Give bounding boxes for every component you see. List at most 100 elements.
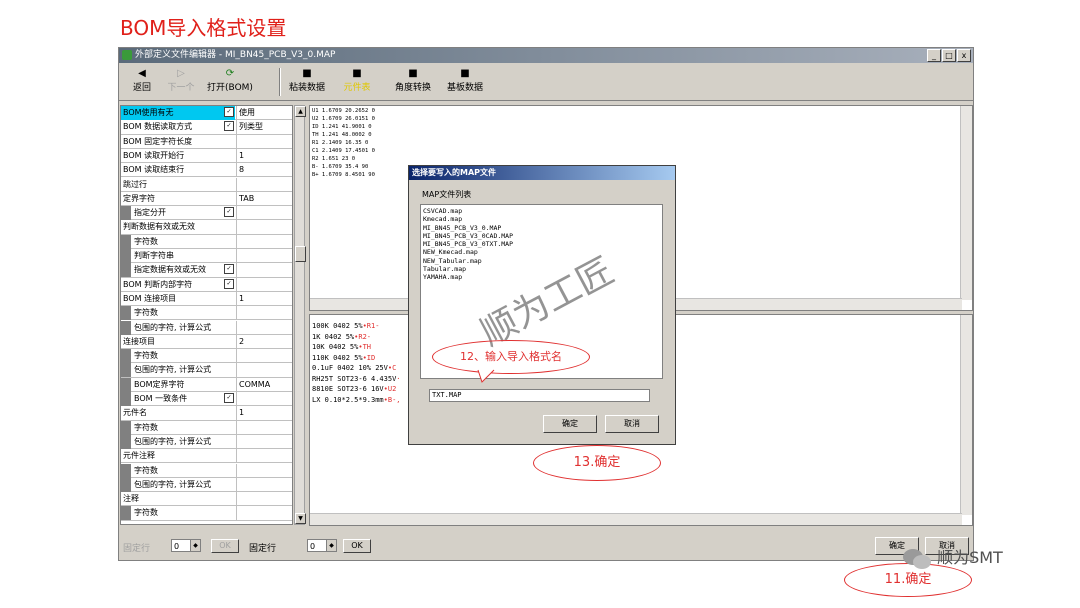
fixed-row-left-spinner[interactable]: 0 ◆ — [171, 539, 201, 552]
settings-row-value[interactable] — [236, 463, 292, 478]
settings-row[interactable]: 包围的字符, 计算公式 — [121, 477, 292, 493]
settings-row-value[interactable] — [236, 434, 292, 450]
map-file-item[interactable]: MI_BN45_PCB_V3_0CAD.MAP — [423, 232, 660, 240]
settings-row[interactable]: BOM使用有无 ✓ 使用 — [121, 106, 292, 121]
settings-row-value[interactable] — [236, 277, 292, 292]
ok-left-button[interactable]: OK — [211, 539, 239, 553]
settings-row-value[interactable]: 1 — [236, 406, 292, 421]
settings-row-value[interactable] — [236, 392, 292, 407]
dropdown-check-icon[interactable]: ✓ — [224, 121, 234, 132]
settings-row[interactable]: 包围的字符, 计算公式 — [121, 320, 292, 335]
settings-row[interactable]: BOM 一致条件 ✓ — [121, 392, 292, 407]
close-button[interactable]: x — [957, 49, 971, 62]
settings-row[interactable]: 定界字符 TAB — [121, 191, 292, 207]
bom-vertical-scrollbar[interactable] — [960, 315, 972, 515]
settings-row[interactable]: BOM 数据读取方式 ✓ 列类型 — [121, 120, 292, 135]
settings-row[interactable]: 元件注释 — [121, 449, 292, 464]
board-data-button[interactable]: ■ 基板数据 — [445, 67, 485, 97]
settings-row[interactable]: 注释 — [121, 492, 292, 507]
settings-row-value[interactable] — [236, 263, 292, 278]
settings-row[interactable]: 字符数 — [121, 306, 292, 321]
disk-icon: ■ — [352, 68, 362, 79]
scroll-up-icon[interactable]: ▲ — [295, 106, 306, 117]
bom-horizontal-scrollbar[interactable] — [310, 513, 962, 525]
settings-row-value[interactable]: 使用 — [236, 106, 292, 121]
settings-row[interactable]: BOM 读取结束行 8 — [121, 163, 292, 178]
map-file-item[interactable]: CSVCAD.map — [423, 207, 660, 215]
settings-row[interactable]: 连接项目 2 — [121, 334, 292, 350]
minimize-button[interactable]: _ — [927, 49, 941, 62]
settings-row-value[interactable] — [236, 234, 292, 249]
settings-row-value[interactable] — [236, 477, 292, 493]
settings-row-value[interactable] — [236, 492, 292, 507]
map-file-item[interactable]: MI_BN45_PCB_V3_0TXT.MAP — [423, 240, 660, 248]
next-button[interactable]: ▷ 下一个 — [163, 67, 199, 97]
settings-row-value[interactable]: COMMA — [236, 377, 292, 392]
dropdown-check-icon[interactable]: ✓ — [224, 393, 234, 403]
parts-list-button[interactable]: ■ 元件表 — [339, 67, 375, 97]
settings-row[interactable]: 字符数 — [121, 506, 292, 521]
format-name-input[interactable]: TXT.MAP — [429, 389, 650, 402]
settings-row-value[interactable]: 列类型 — [236, 120, 292, 135]
ok-right-button[interactable]: OK — [343, 539, 371, 553]
settings-scrollbar[interactable]: ▲ ▼ — [294, 105, 306, 525]
settings-row[interactable]: 元件名 1 — [121, 406, 292, 421]
scroll-down-icon[interactable]: ▼ — [295, 513, 306, 524]
settings-row[interactable]: 字符数 — [121, 420, 292, 435]
angle-convert-button[interactable]: ■ 角度转换 — [393, 67, 433, 97]
settings-row[interactable]: BOM 固定字符长度 — [121, 134, 292, 149]
settings-row-value[interactable] — [236, 249, 292, 264]
settings-row-value[interactable] — [236, 177, 292, 192]
settings-row[interactable]: 字符数 — [121, 349, 292, 364]
settings-row[interactable]: 判断数据有效或无效 — [121, 220, 292, 235]
paste-data-button[interactable]: ■ 粘装数据 — [287, 67, 327, 97]
settings-row-value[interactable]: 8 — [236, 163, 292, 178]
dropdown-check-icon[interactable]: ✓ — [224, 264, 234, 275]
dropdown-check-icon[interactable]: ✓ — [224, 107, 234, 117]
settings-row-value[interactable] — [236, 206, 292, 221]
dropdown-check-icon[interactable]: ✓ — [224, 207, 234, 218]
back-button[interactable]: ◀ 返回 — [125, 67, 159, 97]
map-file-item[interactable]: NEW_Tabular.map — [423, 257, 660, 265]
settings-row-value[interactable]: TAB — [236, 191, 292, 207]
settings-row[interactable]: 包围的字符, 计算公式 — [121, 363, 292, 378]
scroll-thumb[interactable] — [295, 246, 306, 262]
settings-row[interactable]: BOM 读取开始行 1 — [121, 148, 292, 164]
settings-row-value[interactable] — [236, 306, 292, 321]
settings-row[interactable]: 跳过行 — [121, 177, 292, 192]
settings-row[interactable]: BOM 连接项目 1 — [121, 291, 292, 307]
spinner-arrow-icon[interactable]: ◆ — [190, 540, 200, 551]
map-vertical-scrollbar[interactable] — [960, 106, 972, 300]
map-file-item[interactable]: MI_BN45_PCB_V3_0.MAP — [423, 224, 660, 232]
dialog-cancel-button[interactable]: 取消 — [605, 415, 659, 433]
map-file-item[interactable]: Kmecad.map — [423, 215, 660, 223]
settings-row[interactable]: 字符数 — [121, 234, 292, 249]
settings-row-value[interactable] — [236, 134, 292, 149]
fixed-row-right-label: 固定行 — [249, 544, 277, 554]
settings-row-value[interactable]: 1 — [236, 291, 292, 307]
settings-row[interactable]: 判断字符串 — [121, 249, 292, 264]
settings-row-value[interactable] — [236, 220, 292, 235]
settings-row[interactable]: 指定分开 ✓ — [121, 206, 292, 221]
settings-row[interactable]: 包围的字符, 计算公式 — [121, 434, 292, 450]
maximize-button[interactable]: □ — [942, 49, 956, 62]
open-bom-button[interactable]: ⟳ 打开(BOM) — [203, 67, 257, 97]
settings-row-value[interactable]: 1 — [236, 148, 292, 164]
settings-row-value[interactable]: 2 — [236, 334, 292, 350]
map-file-item[interactable]: NEW_Kmecad.map — [423, 248, 660, 256]
settings-row-value[interactable] — [236, 506, 292, 521]
fixed-row-right-spinner[interactable]: 0 ◆ — [307, 539, 337, 552]
settings-row[interactable]: 字符数 — [121, 463, 292, 478]
map-line: R1 2.1409 16.35 0 — [312, 140, 369, 146]
settings-row[interactable]: BOM定界字符 COMMA — [121, 377, 292, 392]
spinner-arrow-icon[interactable]: ◆ — [326, 540, 336, 551]
dropdown-check-icon[interactable]: ✓ — [224, 278, 234, 289]
settings-row[interactable]: BOM 判断内部字符 ✓ — [121, 277, 292, 292]
settings-row-value[interactable] — [236, 363, 292, 378]
settings-row[interactable]: 指定数据有效或无效 ✓ — [121, 263, 292, 278]
settings-row-value[interactable] — [236, 320, 292, 335]
settings-row-value[interactable] — [236, 420, 292, 435]
settings-row-value[interactable] — [236, 349, 292, 364]
settings-row-value[interactable] — [236, 449, 292, 464]
dialog-ok-button[interactable]: 确定 — [543, 415, 597, 433]
